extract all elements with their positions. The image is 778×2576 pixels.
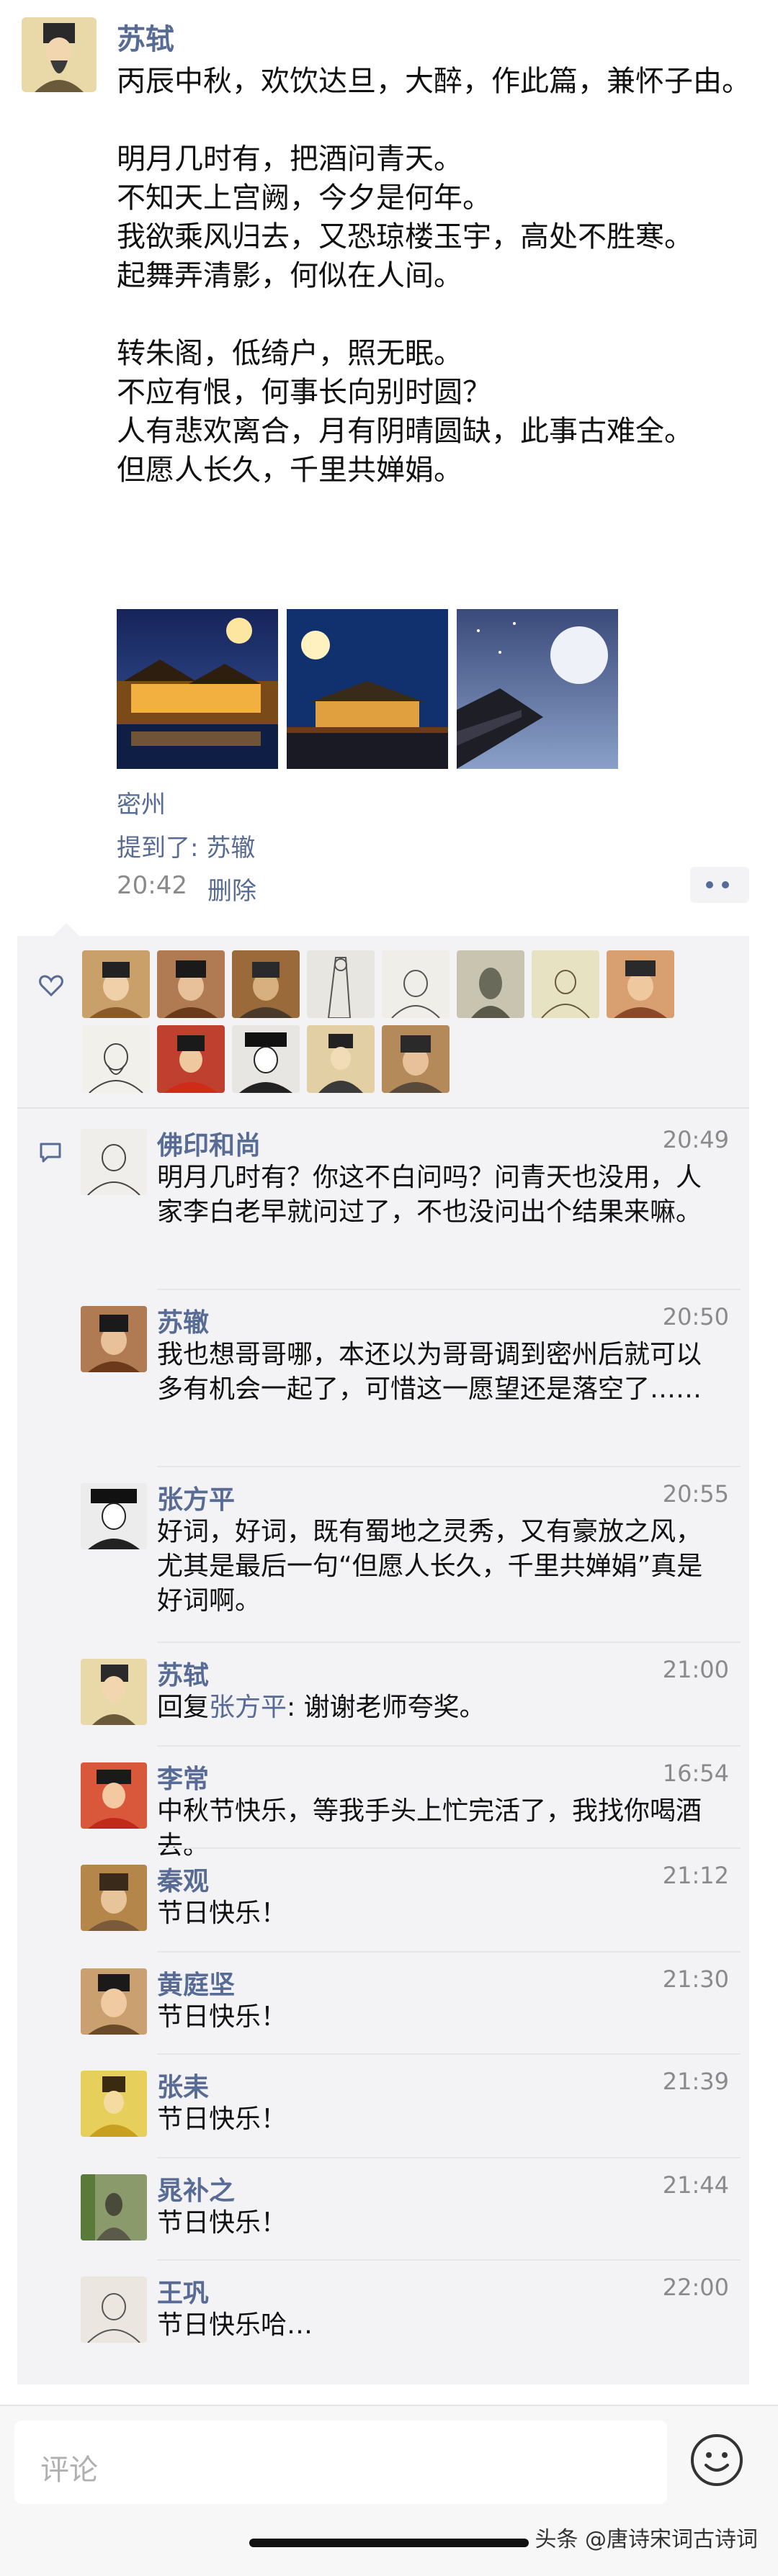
comment-avatar[interactable]: [81, 1659, 147, 1725]
comment-divider: [157, 2259, 741, 2261]
comment-time: 16:54: [662, 1760, 729, 1787]
comment-divider: [157, 2053, 741, 2055]
like-avatar-10[interactable]: [157, 1025, 225, 1093]
likes-divider: [17, 1107, 749, 1109]
more-options-button[interactable]: [690, 867, 749, 903]
comment-time: 20:49: [662, 1126, 729, 1153]
comment-avatar[interactable]: [81, 1483, 147, 1549]
mention-text[interactable]: 提到了: 苏辙: [117, 828, 255, 863]
comment-author[interactable]: 李常: [157, 1758, 209, 1796]
like-avatar-7[interactable]: [532, 950, 599, 1018]
like-avatar-6[interactable]: [457, 950, 524, 1018]
like-avatar-5[interactable]: [382, 950, 450, 1018]
comment-text: 回复张方平: 谢谢老师夸奖。: [157, 1690, 726, 1725]
comment-divider: [157, 1466, 741, 1467]
like-avatar-9[interactable]: [82, 1025, 150, 1093]
like-avatar-3[interactable]: [232, 950, 300, 1018]
rooftop-moon-photo[interactable]: [457, 609, 618, 769]
comment-text: 节日快乐！: [157, 2002, 287, 2032]
reply-text: : 谢谢老师夸奖。: [287, 1693, 486, 1722]
comment-time: 22:00: [662, 2274, 729, 2301]
comment-time: 20:55: [662, 1480, 729, 1508]
comment-author[interactable]: 苏轼: [157, 1654, 209, 1692]
comment-author[interactable]: 晁补之: [157, 2170, 235, 2207]
comment-divider: [157, 1951, 741, 1953]
comment-avatar[interactable]: [81, 2276, 147, 2343]
comment-author[interactable]: 王巩: [157, 2272, 209, 2310]
more-dot-icon: [706, 881, 713, 888]
post-time: 20:42: [117, 871, 187, 900]
comment-author[interactable]: 佛印和尚: [157, 1125, 261, 1162]
comment-avatar[interactable]: [81, 2071, 147, 2137]
comment-divider: [157, 1847, 741, 1849]
palace-moon-photo[interactable]: [287, 609, 448, 769]
comment-author[interactable]: 张耒: [157, 2066, 209, 2104]
more-dot-icon: [722, 881, 729, 888]
like-avatar-11[interactable]: [232, 1025, 300, 1093]
pavilion-moon-photo[interactable]: [117, 609, 278, 769]
comment-avatar[interactable]: [81, 1129, 147, 1195]
comment-avatar[interactable]: [81, 1762, 147, 1829]
like-avatar-2[interactable]: [157, 950, 225, 1018]
comment-text: 我也想哥哥哪，本还以为哥哥调到密州后就可以多有机会一起了，可惜这一愿望还是落空了…: [157, 1340, 702, 1404]
comment-divider: [157, 2157, 741, 2158]
comment-text: 明月几时有？你这不白问吗？问青天也没用，人家李白老早就问过了，不也没问出个结果来…: [157, 1163, 702, 1227]
comment-divider: [157, 1745, 741, 1747]
comment-text: 节日快乐！: [157, 2104, 287, 2134]
comment-text: 中秋节快乐，等我手头上忙完活了，我找你喝酒去。: [157, 1796, 702, 1860]
comment-divider: [157, 1289, 741, 1290]
reply-prefix: 回复: [157, 1693, 210, 1722]
comment-divider: [157, 1641, 741, 1643]
location-link[interactable]: 密州: [117, 785, 166, 820]
like-avatar-1[interactable]: [82, 950, 150, 1018]
comment-time: 20:50: [662, 1303, 729, 1330]
comment-author[interactable]: 张方平: [157, 1479, 235, 1516]
comment-author[interactable]: 黄庭坚: [157, 1964, 235, 2001]
like-avatar-4[interactable]: [307, 950, 375, 1018]
comment-author[interactable]: 苏辙: [157, 1302, 209, 1339]
comment-text: 节日快乐！: [157, 1899, 287, 1928]
delete-button[interactable]: 删除: [207, 871, 256, 906]
like-avatar-12[interactable]: [307, 1025, 375, 1093]
comment-time: 21:12: [662, 1862, 729, 1889]
comment-time: 21:39: [662, 2068, 729, 2095]
author-avatar[interactable]: [22, 17, 97, 92]
author-name[interactable]: 苏轼: [117, 16, 174, 58]
like-avatar-8[interactable]: [607, 950, 674, 1018]
home-indicator[interactable]: [249, 2539, 529, 2547]
emoji-smile-icon[interactable]: [684, 2428, 749, 2492]
heart-icon: [39, 975, 63, 999]
comment-avatar[interactable]: [81, 1306, 147, 1372]
post-text: 丙辰中秋，欢饮达旦，大醉，作此篇，兼怀子由。 明月几时有，把酒问青天。 不知天上…: [117, 65, 751, 487]
comment-time: 21:44: [662, 2171, 729, 2199]
like-avatar-13[interactable]: [382, 1025, 450, 1093]
comment-time: 21:00: [662, 1656, 729, 1683]
comment-input-placeholder: 评论: [40, 2454, 98, 2487]
comment-text: 好词，好词，既有蜀地之灵秀，又有豪放之风，尤其是最后一句“但愿人长久，千里共婵娟…: [157, 1517, 703, 1616]
comment-avatar[interactable]: [81, 2174, 147, 2241]
comment-input[interactable]: 评论: [14, 2420, 667, 2504]
comment-time: 21:30: [662, 1965, 729, 1993]
comment-icon: [39, 1142, 62, 1166]
watermark: 头条 @唐诗宋词古诗词: [535, 2527, 758, 2552]
likes-comments-panel: 佛印和尚 20:49 明月几时有？你这不白问吗？问青天也没用，人家李白老早就问过…: [17, 923, 749, 2384]
comment-author[interactable]: 秦观: [157, 1860, 209, 1898]
reply-to-name[interactable]: 张方平: [209, 1693, 287, 1722]
comment-avatar[interactable]: [81, 1968, 147, 2035]
comment-text: 节日快乐哈…: [157, 2310, 313, 2340]
comment-avatar[interactable]: [81, 1865, 147, 1931]
comment-text: 节日快乐！: [157, 2208, 287, 2238]
